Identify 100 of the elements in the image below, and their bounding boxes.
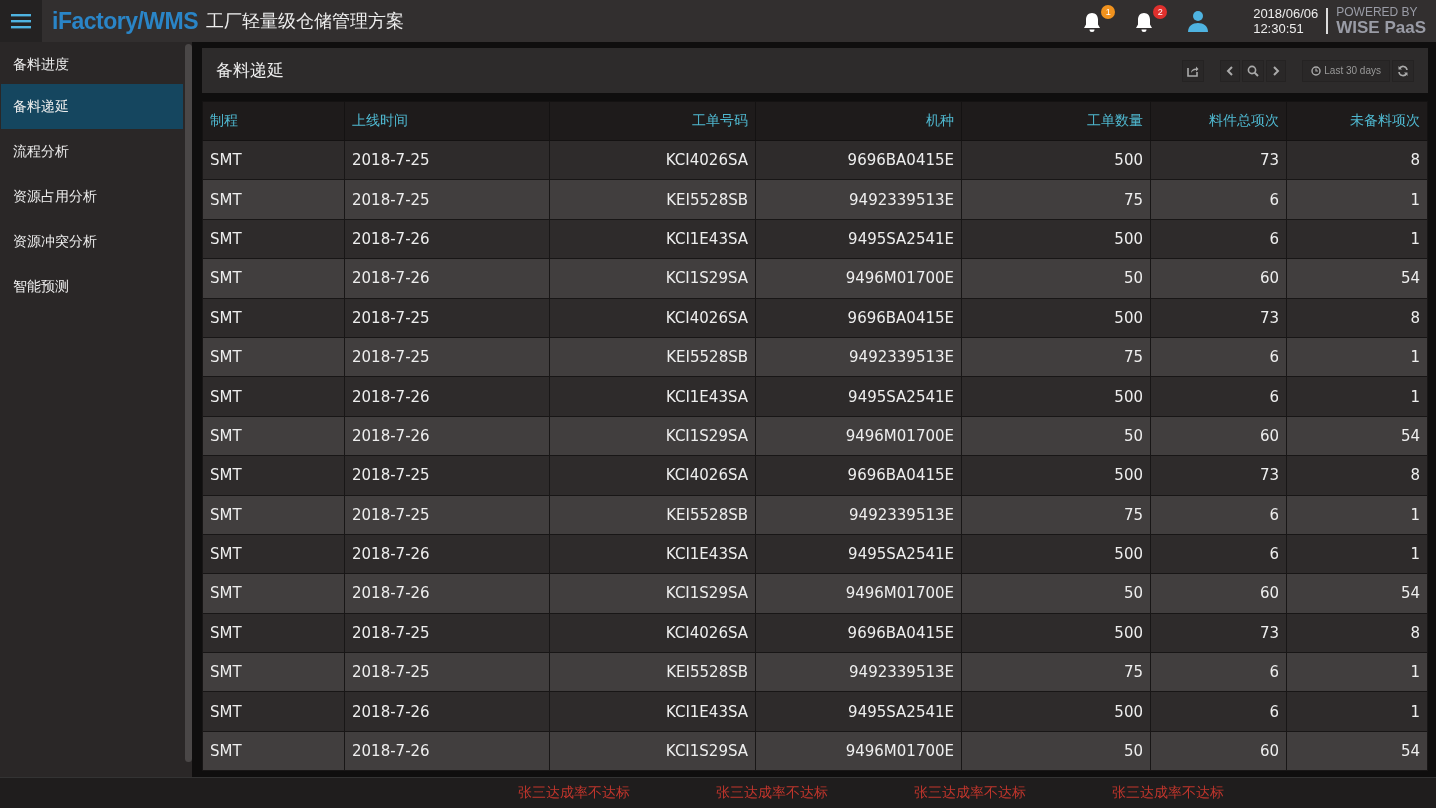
table-cell: 75	[961, 495, 1151, 535]
refresh-icon	[1397, 64, 1409, 77]
table-cell: 9696BA0415E	[755, 613, 962, 653]
table-cell: 1	[1286, 337, 1428, 377]
table-cell: 9492339513E	[755, 652, 962, 692]
column-header: 工单数量	[961, 101, 1151, 141]
table-cell: 8	[1286, 455, 1428, 495]
column-header: 制程	[202, 101, 345, 141]
table-cell: 2018-7-26	[344, 691, 550, 732]
alert-text: 张三达成率不达标	[716, 784, 828, 802]
table-cell: 50	[961, 258, 1151, 299]
table-cell: 9696BA0415E	[755, 298, 962, 338]
table-cell: 2018-7-26	[344, 416, 550, 456]
panel-title: 备料递延	[216, 59, 285, 82]
table-cell: 6	[1150, 179, 1287, 220]
notification-button[interactable]: 2	[1133, 5, 1168, 37]
table-cell: SMT	[202, 298, 345, 338]
table-cell: SMT	[202, 534, 345, 574]
table-cell: KEI5528SB	[549, 337, 756, 377]
table-cell: 500	[961, 534, 1151, 574]
table-cell: 6	[1150, 534, 1287, 574]
search-button[interactable]	[1242, 59, 1265, 82]
table-cell: 9495SA2541E	[755, 219, 962, 259]
notification-badge: 2	[1153, 5, 1168, 19]
time-range-button[interactable]: Last 30 days	[1302, 59, 1390, 82]
previous-button[interactable]	[1220, 59, 1241, 82]
table-cell: 9496M01700E	[755, 573, 962, 614]
table-cell: 50	[961, 573, 1151, 614]
next-button[interactable]	[1266, 59, 1287, 82]
table-cell: 500	[961, 691, 1151, 732]
app-logo: iFactory/WMS	[52, 7, 199, 35]
table-cell: SMT	[202, 219, 345, 259]
table-cell: KCI1S29SA	[549, 416, 756, 456]
share-button[interactable]	[1182, 59, 1205, 82]
table-cell: 54	[1286, 416, 1428, 456]
table-cell: 8	[1286, 140, 1428, 180]
app-subtitle: 工厂轻量级仓储管理方案	[206, 9, 405, 33]
table-cell: KEI5528SB	[549, 495, 756, 535]
alert-text: 张三达成率不达标	[1112, 784, 1224, 802]
table-cell: 9495SA2541E	[755, 376, 962, 417]
table-cell: 2018-7-25	[344, 455, 550, 495]
table-cell: 50	[961, 731, 1151, 771]
table-cell: SMT	[202, 495, 345, 535]
table-cell: 9496M01700E	[755, 731, 962, 771]
sidebar-item[interactable]: 资源冲突分析	[1, 219, 184, 264]
table-cell: KCI1S29SA	[549, 573, 756, 614]
table-cell: KEI5528SB	[549, 652, 756, 692]
table-cell: KEI5528SB	[549, 179, 756, 220]
table-cell: 75	[961, 179, 1151, 220]
alert-text: 张三达成率不达标	[518, 784, 630, 802]
table-cell: 75	[961, 337, 1151, 377]
table-cell: 8	[1286, 613, 1428, 653]
column-header: 上线时间	[344, 101, 550, 141]
date-text: 2018/06/06	[1253, 6, 1319, 21]
user-icon	[1187, 10, 1210, 32]
table-cell: 50	[961, 416, 1151, 456]
table-cell: SMT	[202, 731, 345, 771]
table-cell: KCI1E43SA	[549, 691, 756, 732]
sidebar-item[interactable]: 备料进度	[1, 42, 184, 87]
table-cell: 1	[1286, 495, 1428, 535]
table-cell: 1	[1286, 652, 1428, 692]
column-header: 机种	[755, 101, 962, 141]
sidebar-item[interactable]: 备料递延	[1, 84, 184, 129]
table-cell: 2018-7-25	[344, 652, 550, 692]
table-cell: 6	[1150, 691, 1287, 732]
table-cell: 75	[961, 652, 1151, 692]
table-cell: 2018-7-26	[344, 376, 550, 417]
table-cell: 2018-7-25	[344, 337, 550, 377]
menu-button[interactable]	[0, 0, 42, 42]
table-cell: 9495SA2541E	[755, 534, 962, 574]
sidebar-item[interactable]: 流程分析	[1, 129, 184, 174]
sidebar-item[interactable]: 智能预测	[1, 264, 184, 309]
table-cell: 1	[1286, 534, 1428, 574]
table-cell: 2018-7-25	[344, 140, 550, 180]
table-cell: SMT	[202, 691, 345, 732]
table-cell: 6	[1150, 337, 1287, 377]
table-cell: SMT	[202, 179, 345, 220]
platform-logo: WISE PaaS	[1336, 19, 1426, 37]
sidebar-item[interactable]: 资源占用分析	[1, 174, 184, 219]
table-cell: 2018-7-25	[344, 495, 550, 535]
time-text: 12:30:51	[1253, 21, 1305, 36]
table-cell: SMT	[202, 455, 345, 495]
refresh-button[interactable]	[1392, 59, 1414, 82]
table-cell: 2018-7-26	[344, 731, 550, 771]
table-cell: 9496M01700E	[755, 258, 962, 299]
scrollbar-thumb[interactable]	[184, 44, 192, 762]
table-cell: SMT	[202, 337, 345, 377]
table-cell: KCI4026SA	[549, 298, 756, 338]
table-cell: 6	[1150, 376, 1287, 417]
table-cell: 73	[1150, 455, 1287, 495]
table-cell: 2018-7-26	[344, 534, 550, 574]
table-cell: SMT	[202, 376, 345, 417]
table-cell: 73	[1150, 140, 1287, 180]
table-cell: 9696BA0415E	[755, 140, 962, 180]
chevron-left-icon	[1226, 65, 1235, 76]
table-cell: 60	[1150, 731, 1287, 771]
notification-badge: 1	[1101, 5, 1116, 19]
chevron-right-icon	[1272, 65, 1281, 76]
user-button[interactable]	[1187, 10, 1210, 32]
menu-icon	[11, 13, 31, 29]
